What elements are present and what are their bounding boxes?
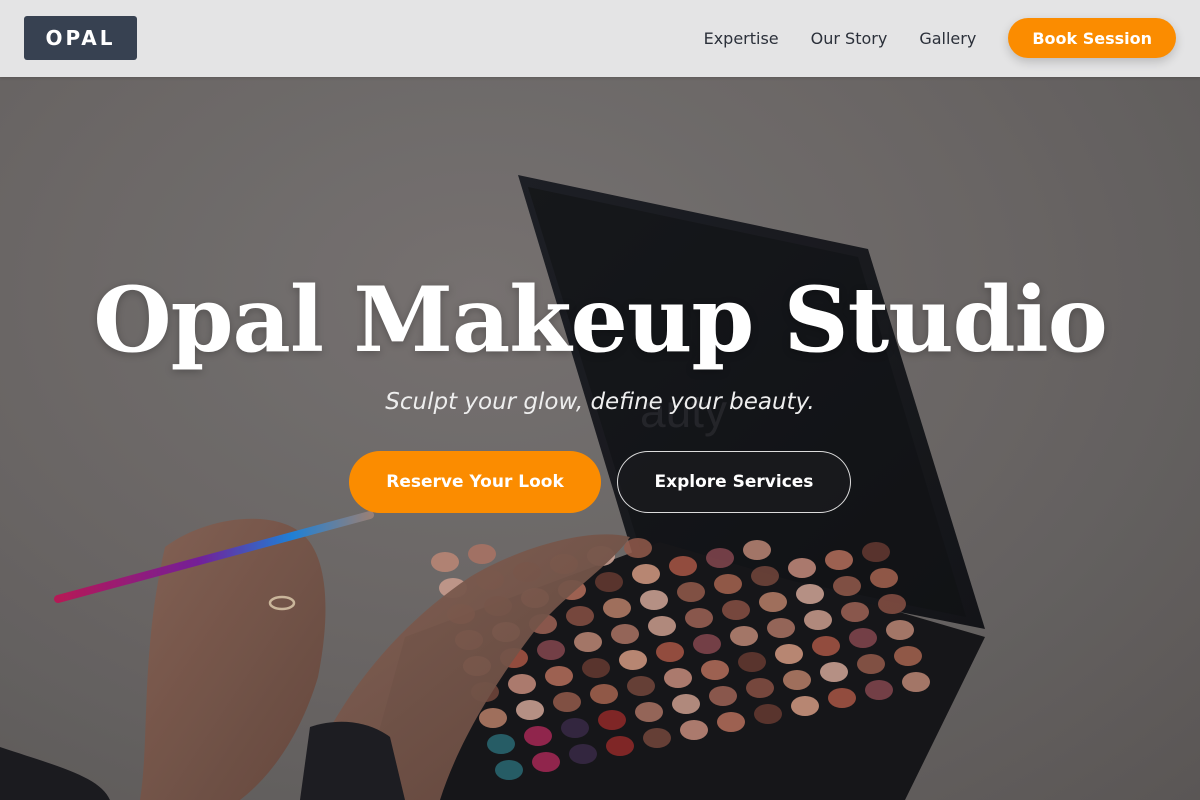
book-session-button[interactable]: Book Session bbox=[1008, 18, 1176, 58]
logo[interactable]: OPAL bbox=[24, 16, 137, 60]
hero-section: auty Opal Makeup Studio Sculpt your glow… bbox=[0, 77, 1200, 800]
nav-link-expertise[interactable]: Expertise bbox=[704, 29, 779, 48]
nav-link-gallery[interactable]: Gallery bbox=[919, 29, 976, 48]
reserve-your-look-button[interactable]: Reserve Your Look bbox=[349, 451, 601, 513]
nav-link-our-story[interactable]: Our Story bbox=[811, 29, 888, 48]
hero-content: Opal Makeup Studio Sculpt your glow, def… bbox=[0, 77, 1200, 800]
site-header: OPAL Expertise Our Story Gallery Book Se… bbox=[0, 0, 1200, 77]
hero-subtitle: Sculpt your glow, define your beauty. bbox=[385, 389, 815, 415]
hero-title: Opal Makeup Studio bbox=[93, 267, 1108, 373]
explore-services-button[interactable]: Explore Services bbox=[617, 451, 851, 513]
main-nav: Expertise Our Story Gallery Book Session bbox=[704, 18, 1176, 58]
hero-actions: Reserve Your Look Explore Services bbox=[349, 451, 851, 513]
